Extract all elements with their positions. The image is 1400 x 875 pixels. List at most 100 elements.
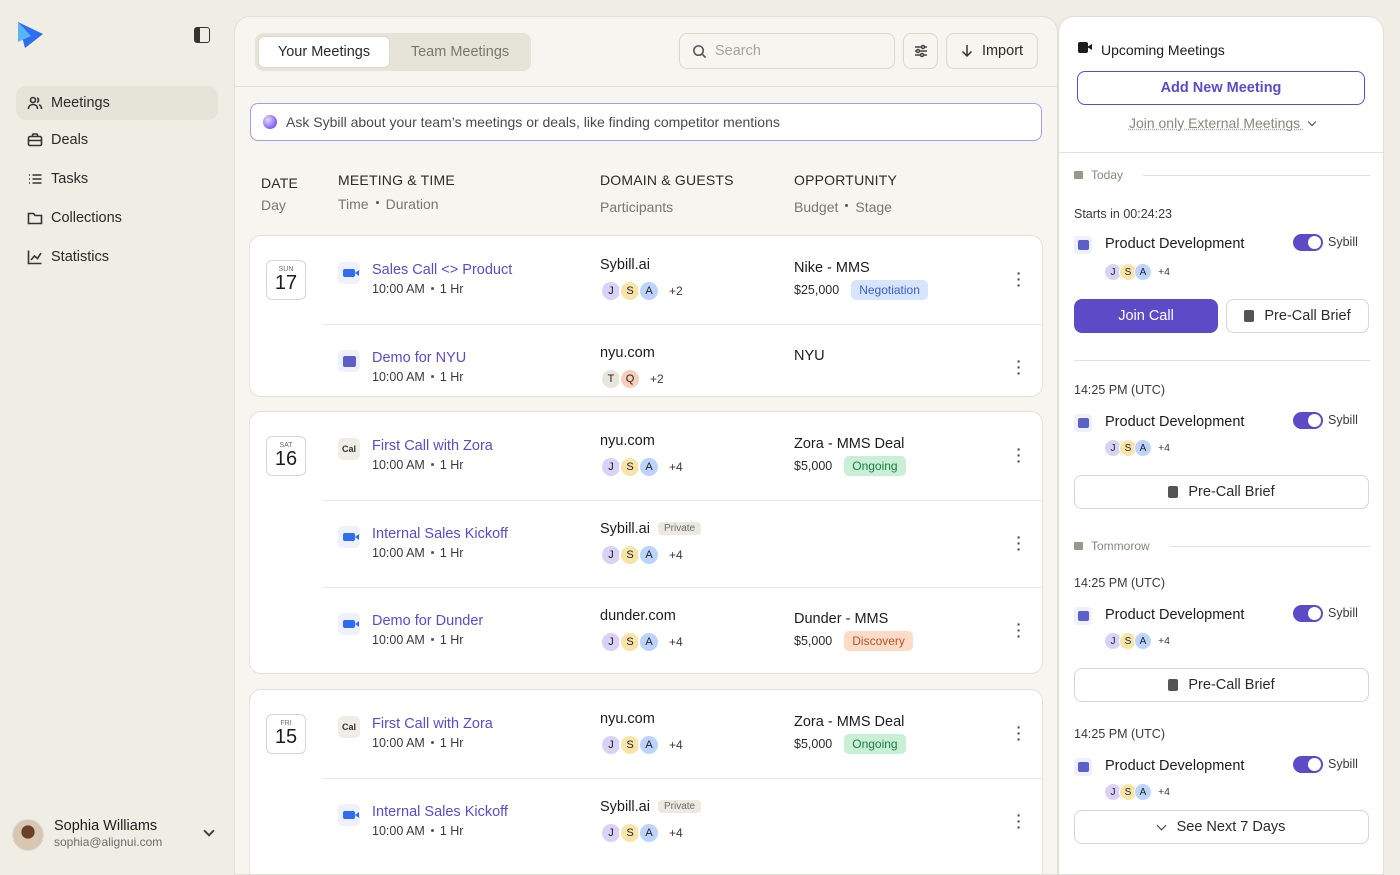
row-divider [322,324,1044,325]
opportunity-name: Nike - MMS [794,260,870,276]
meeting-row[interactable]: Cal First Call with Zora 10:00 AM 1 Hr nyu.c… [322,690,1044,778]
sidebar-item-label: Meetings [51,95,110,111]
sidebar-item-label: Collections [51,210,122,226]
teams-icon [1074,236,1092,254]
filter-button[interactable] [903,33,938,69]
tab-your-meetings[interactable]: Your Meetings [258,36,390,68]
chevron-down-icon [1307,117,1317,127]
guest-avatar: A [638,456,660,478]
join-external-dropdown[interactable]: Join only External Meetings [1059,115,1383,131]
search-input[interactable]: Search [679,33,895,69]
sybill-orb-icon [263,115,277,129]
more-options-icon[interactable]: · · · [1016,354,1022,380]
meeting-row[interactable]: Cal First Call with Zora 10:00 AM 1 Hr nyu.c… [322,412,1044,500]
meeting-title[interactable]: Internal Sales Kickoff [372,526,508,542]
more-options-icon[interactable]: · · · [1016,442,1022,468]
meeting-title[interactable]: Sales Call <> Product [372,262,512,278]
meeting-time: 10:00 AM 1 Hr [372,736,464,750]
sybill-toggle[interactable] [1293,412,1323,429]
panel-divider [1059,152,1383,153]
budget-stage: $5,000 Ongoing [794,456,906,476]
zoom-icon [338,613,360,635]
guest-avatars: J S A +4 [600,456,683,478]
guest-avatars: J S A +4 [1104,632,1170,650]
guest-avatar: A [638,734,660,756]
more-options-icon[interactable]: · · · [1016,617,1022,643]
sidebar-item-statistics[interactable]: Statistics [16,240,218,274]
meeting-title[interactable]: Internal Sales Kickoff [372,804,508,820]
meeting-title[interactable]: First Call with Zora [372,716,493,732]
meeting-row[interactable]: Internal Sales Kickoff 10:00 AM 1 Hr Sybill… [322,500,1044,587]
app-logo [15,20,47,50]
ask-sybill-input[interactable]: Ask Sybill about your team’s meetings or… [250,103,1042,141]
opportunity-name: Zora - MMS Deal [794,714,905,730]
meeting-time: 10:00 AM 1 Hr [372,824,464,838]
guest-avatars: J S A +4 [1104,783,1170,801]
sidebar-item-collections[interactable]: Collections [16,201,218,235]
upcoming-meeting: Product Development Sybill [1074,412,1370,434]
meeting-time: 14:25 PM (UTC) [1074,576,1165,590]
guest-avatar: A [1134,439,1152,457]
upcoming-title: Upcoming Meetings [1101,42,1225,58]
chevron-down-icon [203,825,215,837]
folder-icon [27,212,43,225]
more-options-icon[interactable]: · · · [1016,808,1022,834]
starts-in-timer: Starts in 00:24:23 [1074,207,1172,221]
sybill-toggle[interactable] [1293,605,1323,622]
sidebar-item-deals[interactable]: Deals [16,123,218,157]
chevron-down-icon [1156,820,1167,830]
teams-icon [1074,607,1092,625]
guest-avatar: A [1134,632,1152,650]
row-divider [322,587,1044,588]
sidebar-item-tasks[interactable]: Tasks [16,162,218,196]
meeting-title[interactable]: Demo for Dunder [372,613,483,629]
meeting-row[interactable]: Demo for Dunder 10:00 AM 1 Hr dunder.com J S A… [322,587,1044,675]
section-today: Today [1074,168,1370,182]
search-icon [693,44,707,58]
add-meeting-button[interactable]: Add New Meeting [1077,71,1365,105]
meeting-title[interactable]: Demo for NYU [372,350,466,366]
user-email: sophia@alignui.com [54,835,163,849]
tab-team-meetings[interactable]: Team Meetings [394,36,526,68]
stage-badge: Negotiation [851,280,928,300]
sidebar-toggle-icon[interactable] [194,27,210,43]
col-budget-stage: Budget Stage [794,199,892,215]
sybill-toggle[interactable] [1293,756,1323,773]
briefcase-icon [27,133,43,147]
upcoming-meeting: Product Development Sybill [1074,756,1370,778]
row-divider [322,778,1044,779]
sybill-toggle[interactable] [1293,234,1323,251]
private-badge: Private [657,800,702,813]
sidebar-item-label: Statistics [51,249,110,265]
more-options-icon[interactable]: · · · [1016,530,1022,556]
pre-call-brief-button[interactable]: Pre-Call Brief [1074,475,1369,509]
more-options-icon[interactable]: · · · [1016,266,1022,292]
import-button[interactable]: Import [946,33,1038,69]
guest-avatar: A [638,631,660,653]
meeting-row[interactable]: Demo for NYU 10:00 AM 1 Hr nyu.com T Q +2 NYU · ·… [322,324,1044,398]
meeting-time: 10:00 AM 1 Hr [372,633,464,647]
chart-icon [27,250,42,265]
guest-count: +4 [1158,442,1170,454]
user-menu[interactable]: Sophia Williams sophia@alignui.com [12,817,222,853]
meeting-domain: nyu.com [600,433,655,449]
sidebar-item-meetings[interactable]: Meetings [16,86,218,120]
meeting-tabs: Your Meetings Team Meetings [255,33,531,71]
meetings-panel: Your Meetings Team Meetings Search Impor… [234,16,1058,875]
join-call-button[interactable]: Join Call [1074,299,1218,333]
meeting-row[interactable]: Sales Call <> Product 10:00 AM 1 Hr Sybill.… [322,236,1044,324]
user-name: Sophia Williams [54,818,158,834]
guest-avatars: J S A +2 [600,280,683,302]
cal-icon: Cal [338,716,360,738]
day-card: SAT 16 Cal First Call with Zora 10:00 AM 1 Hr… [249,411,1044,675]
col-opportunity: OPPORTUNITY [794,172,898,188]
pre-call-brief-button[interactable]: Pre-Call Brief [1074,668,1369,702]
meeting-title[interactable]: First Call with Zora [372,438,493,454]
meeting-time: 10:00 AM 1 Hr [372,458,464,472]
teams-icon [1074,758,1092,776]
day-card: FRI 15 Cal First Call with Zora 10:00 AM 1 Hr… [249,689,1044,874]
more-options-icon[interactable]: · · · [1016,720,1022,746]
meeting-row[interactable]: Internal Sales Kickoff 10:00 AM 1 Hr Sybill… [322,778,1044,860]
see-next-7-days-button[interactable]: See Next 7 Days [1074,810,1369,844]
pre-call-brief-button[interactable]: Pre-Call Brief [1226,299,1369,333]
